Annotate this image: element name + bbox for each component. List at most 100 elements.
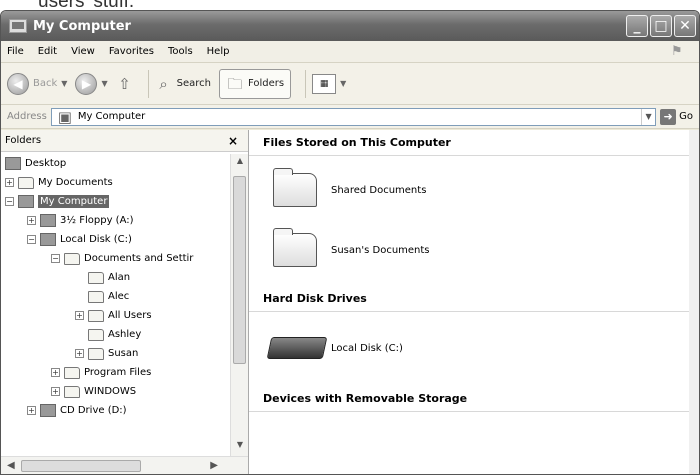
tree-item-susan[interactable]: + Susan bbox=[1, 344, 229, 363]
folder-icon bbox=[88, 290, 104, 303]
maximize-button[interactable]: □ bbox=[650, 15, 672, 37]
cd-drive-icon bbox=[40, 404, 56, 417]
expand-icon[interactable]: + bbox=[51, 387, 60, 396]
desktop-icon bbox=[5, 157, 21, 170]
address-field[interactable]: ▣ My Computer ▼ bbox=[50, 107, 657, 126]
scroll-left-icon[interactable]: ◀ bbox=[7, 460, 15, 471]
menu-bar: File Edit View Favorites Tools Help ⚑ bbox=[1, 41, 699, 63]
menu-help[interactable]: Help bbox=[207, 46, 230, 57]
folder-icon bbox=[88, 328, 104, 341]
tree-item-my-documents[interactable]: + My Documents bbox=[1, 173, 229, 192]
title-bar[interactable]: My Computer _ □ ✕ bbox=[1, 11, 699, 41]
back-label: Back bbox=[33, 78, 58, 89]
go-arrow-icon: ➜ bbox=[660, 108, 677, 125]
file-item-shared-documents[interactable]: Shared Documents bbox=[249, 160, 699, 220]
tree-label: CD Drive (D:) bbox=[60, 405, 127, 416]
tree-item-alec[interactable]: Alec bbox=[1, 287, 229, 306]
tree-item-cd-drive[interactable]: + CD Drive (D:) bbox=[1, 401, 229, 420]
toolbar-separator bbox=[147, 69, 149, 98]
scroll-up-icon[interactable]: ▲ bbox=[233, 156, 247, 170]
views-icon: ▦ bbox=[312, 73, 337, 94]
menu-favorites[interactable]: Favorites bbox=[109, 46, 154, 57]
search-button[interactable]: ⌕ Search bbox=[155, 76, 211, 92]
computer-icon bbox=[9, 19, 27, 33]
views-button[interactable]: ▦ ▼ bbox=[312, 73, 346, 94]
file-item-local-disk[interactable]: Local Disk (C:) bbox=[249, 318, 699, 378]
toolbar-separator bbox=[305, 69, 307, 98]
expand-icon[interactable]: + bbox=[5, 178, 14, 187]
scrollbar-thumb[interactable] bbox=[233, 176, 246, 364]
folder-icon bbox=[18, 176, 34, 189]
scrollbar-thumb[interactable] bbox=[21, 460, 141, 472]
files-pane: Files Stored on This Computer Shared Doc… bbox=[249, 130, 699, 474]
tree-label: My Documents bbox=[38, 177, 113, 188]
folder-icon bbox=[273, 168, 317, 207]
tree-item-windows[interactable]: + WINDOWS bbox=[1, 382, 229, 401]
back-button[interactable]: ◀ Back ▼ bbox=[7, 72, 68, 95]
folder-icon bbox=[88, 347, 104, 360]
collapse-icon[interactable]: − bbox=[5, 197, 14, 206]
tree-item-all-users[interactable]: + All Users bbox=[1, 306, 229, 325]
tree-label: Program Files bbox=[84, 367, 152, 378]
tree-item-floppy[interactable]: + 3½ Floppy (A:) bbox=[1, 211, 229, 230]
tree-item-local-disk[interactable]: − Local Disk (C:) bbox=[1, 230, 229, 249]
folder-tree: Desktop + My Documents − My Computer + 3… bbox=[1, 154, 229, 456]
tree-label: Ashley bbox=[108, 329, 142, 340]
collapse-icon[interactable]: − bbox=[27, 235, 36, 244]
expand-icon[interactable]: + bbox=[75, 311, 84, 320]
search-icon: ⌕ bbox=[159, 74, 168, 93]
chevron-down-icon[interactable]: ▼ bbox=[641, 108, 655, 125]
scroll-right-icon[interactable]: ▶ bbox=[210, 460, 218, 471]
folder-icon bbox=[64, 366, 80, 379]
explorer-window: My Computer _ □ ✕ File Edit View Favorit… bbox=[0, 10, 700, 475]
tree-item-documents-and-settings[interactable]: − Documents and Settir bbox=[1, 249, 229, 268]
tree-label: Local Disk (C:) bbox=[60, 234, 132, 245]
go-button[interactable]: ➜ Go bbox=[660, 108, 693, 125]
close-button[interactable]: ✕ bbox=[674, 15, 696, 37]
expand-icon[interactable]: + bbox=[75, 349, 84, 358]
expand-icon[interactable]: + bbox=[51, 368, 60, 377]
tree-label: Alan bbox=[108, 272, 131, 283]
file-label: Shared Documents bbox=[331, 184, 427, 196]
tree-horizontal-scrollbar[interactable]: ◀ ▶ bbox=[1, 456, 248, 474]
folders-icon: 🗀 bbox=[227, 74, 243, 93]
section-header-hard-disk-drives: Hard Disk Drives bbox=[249, 286, 689, 312]
close-icon[interactable]: × bbox=[228, 134, 238, 148]
window-title: My Computer bbox=[33, 18, 131, 34]
minimize-button[interactable]: _ bbox=[626, 15, 648, 37]
tree-item-desktop[interactable]: Desktop bbox=[1, 154, 229, 173]
tree-label: WINDOWS bbox=[84, 386, 137, 397]
folders-button[interactable]: 🗀 Folders bbox=[218, 68, 292, 99]
forward-button[interactable]: ▶ ▼ bbox=[75, 72, 108, 95]
collapse-icon[interactable]: − bbox=[51, 254, 60, 263]
tree-label: Desktop bbox=[25, 158, 67, 169]
up-button[interactable]: ⇧ bbox=[116, 76, 134, 92]
tree-item-alan[interactable]: Alan bbox=[1, 268, 229, 287]
file-label: Susan's Documents bbox=[331, 244, 430, 256]
folder-icon bbox=[273, 228, 317, 267]
go-label: Go bbox=[679, 111, 693, 122]
menu-file[interactable]: File bbox=[7, 46, 24, 57]
up-folder-icon: ⇧ bbox=[118, 74, 131, 93]
folders-pane-title: Folders bbox=[5, 135, 42, 146]
tree-vertical-scrollbar[interactable]: ▲ ▼ bbox=[230, 154, 248, 456]
toolbar: ◀ Back ▼ ▶ ▼ ⇧ ⌕ Search 🗀 Folders ▦ ▼ bbox=[1, 63, 699, 105]
floppy-drive-icon bbox=[40, 214, 56, 227]
menu-view[interactable]: View bbox=[71, 46, 95, 57]
hard-disk-icon bbox=[40, 233, 56, 246]
file-item-susans-documents[interactable]: Susan's Documents bbox=[249, 220, 699, 280]
scroll-down-icon[interactable]: ▼ bbox=[233, 440, 247, 454]
tree-item-program-files[interactable]: + Program Files bbox=[1, 363, 229, 382]
files-vertical-scrollbar[interactable] bbox=[689, 130, 699, 474]
menu-tools[interactable]: Tools bbox=[168, 46, 193, 57]
menu-edit[interactable]: Edit bbox=[38, 46, 57, 57]
address-value: My Computer bbox=[77, 111, 146, 122]
tree-label: Susan bbox=[108, 348, 139, 359]
tree-label: 3½ Floppy (A:) bbox=[60, 215, 134, 226]
tree-item-my-computer[interactable]: − My Computer bbox=[1, 192, 229, 211]
expand-icon[interactable]: + bbox=[27, 406, 36, 415]
expand-icon[interactable]: + bbox=[27, 216, 36, 225]
chevron-down-icon: ▼ bbox=[61, 79, 68, 88]
back-arrow-icon: ◀ bbox=[7, 72, 29, 95]
tree-item-ashley[interactable]: Ashley bbox=[1, 325, 229, 344]
